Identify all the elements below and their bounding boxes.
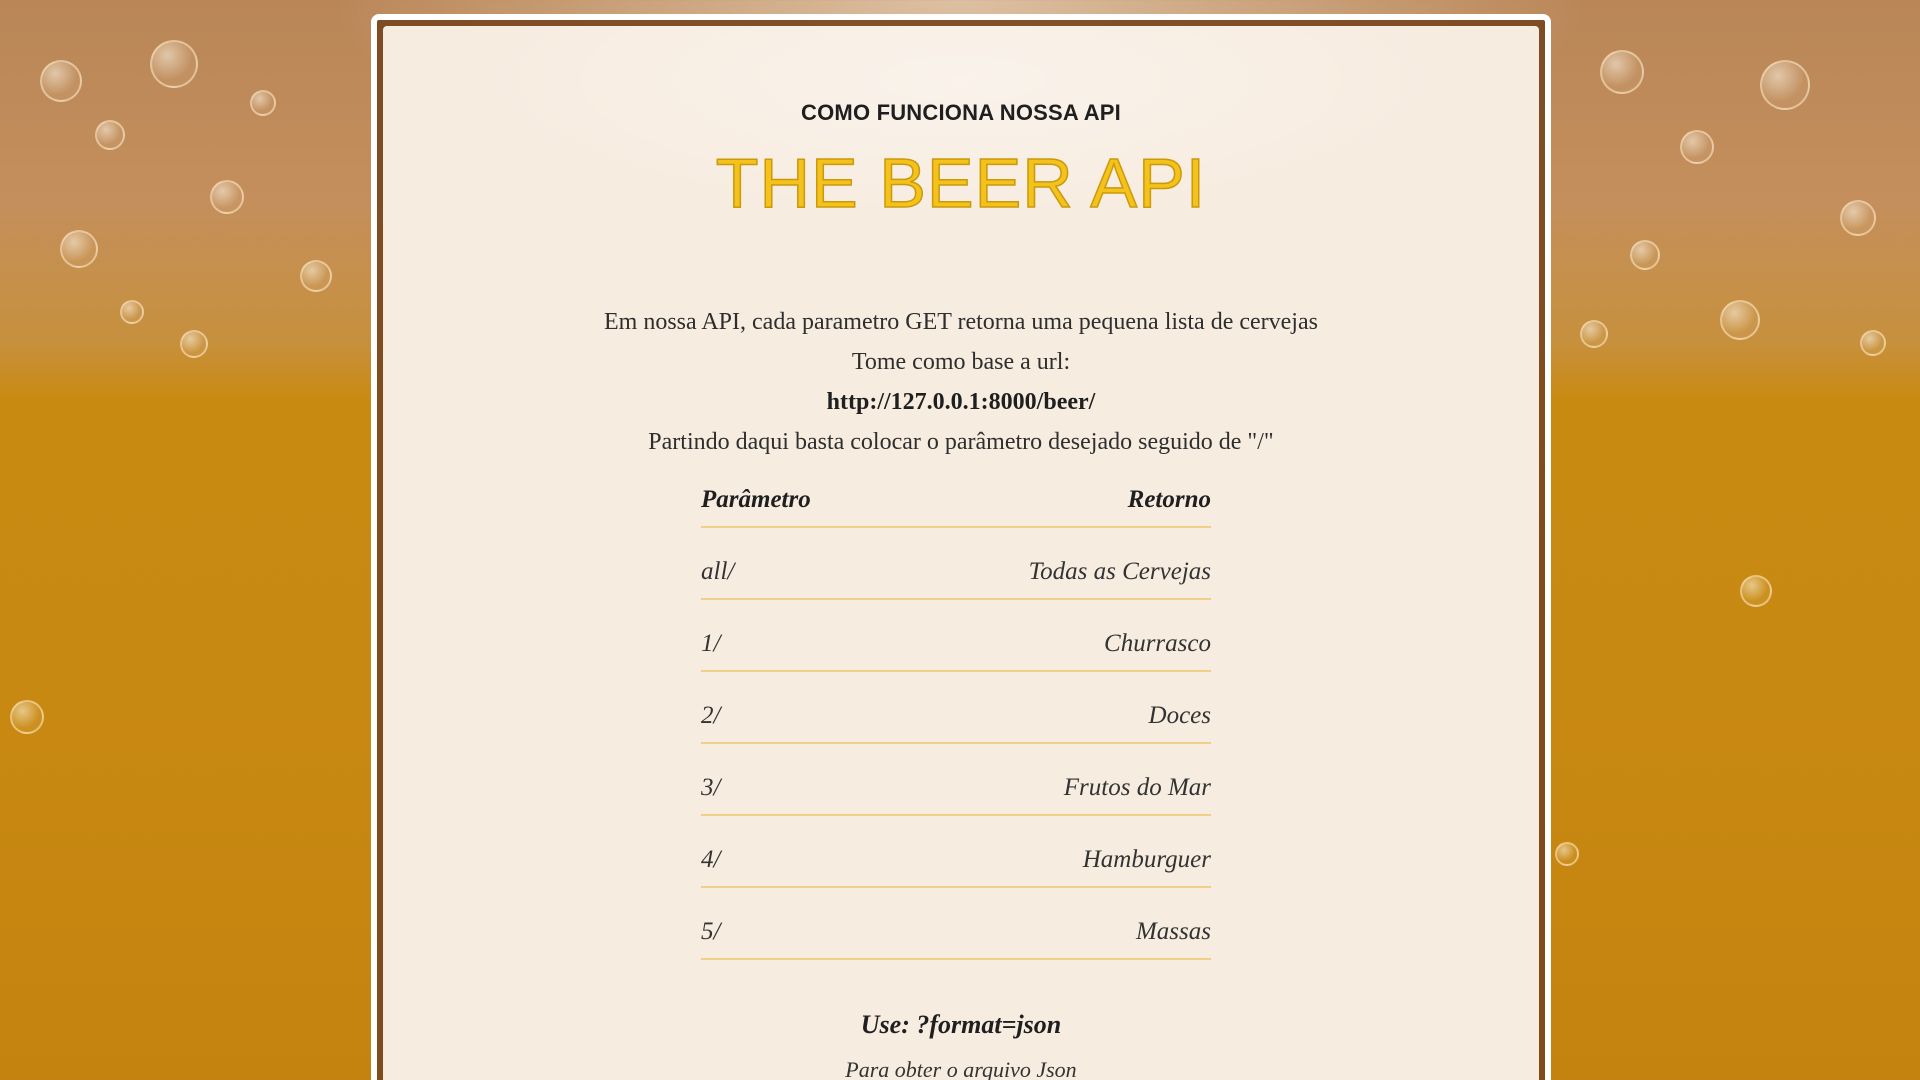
page-subtitle: COMO FUNCIONA NOSSA API: [801, 100, 1121, 125]
content-panel: COMO FUNCIONA NOSSA API THE BEER API Em …: [383, 26, 1539, 1080]
row-parameter: 5/: [701, 887, 893, 960]
table-row: 3/ Frutos do Mar: [701, 743, 1211, 816]
table-header-row: Parâmetro Retorno: [701, 478, 1211, 528]
row-return: Hamburguer: [892, 815, 1211, 888]
table-row: 1/ Churrasco: [701, 599, 1211, 672]
json-format-hint: Use: ?format=json: [860, 1010, 1062, 1039]
json-format-note: Para obter o arquivo Json: [845, 1057, 1077, 1080]
table-row: 2/ Doces: [701, 671, 1211, 744]
table-row: all/ Todas as Cervejas: [701, 527, 1211, 600]
row-parameter: 1/: [701, 599, 893, 672]
row-return: Massas: [892, 887, 1211, 960]
row-parameter: 2/: [701, 671, 893, 744]
table-row: 4/ Hamburguer: [701, 815, 1211, 888]
intro-base-label: Tome como base a url:: [851, 349, 1071, 375]
row-parameter: 4/: [701, 815, 893, 888]
table-row: 5/ Massas: [701, 887, 1211, 960]
row-return: Churrasco: [892, 599, 1211, 672]
parameters-table: Parâmetro Retorno all/ Todas as Cervejas…: [701, 478, 1211, 960]
page-title: THE BEER API: [715, 143, 1207, 223]
row-parameter: 3/: [701, 743, 893, 816]
row-parameter: all/: [701, 527, 893, 600]
content-panel-frame: COMO FUNCIONA NOSSA API THE BEER API Em …: [371, 14, 1551, 1080]
intro-description: Em nossa API, cada parametro GET retorna…: [604, 309, 1318, 335]
row-return: Todas as Cervejas: [892, 527, 1211, 600]
intro-instruction: Partindo daqui basta colocar o parâmetro…: [648, 429, 1274, 455]
column-header-return: Retorno: [892, 478, 1211, 528]
base-url: http://127.0.0.1:8000/beer/: [826, 389, 1096, 415]
row-return: Doces: [892, 671, 1211, 744]
api-intro: Em nossa API, cada parametro GET retorna…: [383, 302, 1539, 462]
row-return: Frutos do Mar: [892, 743, 1211, 816]
column-header-parameter: Parâmetro: [701, 478, 893, 528]
